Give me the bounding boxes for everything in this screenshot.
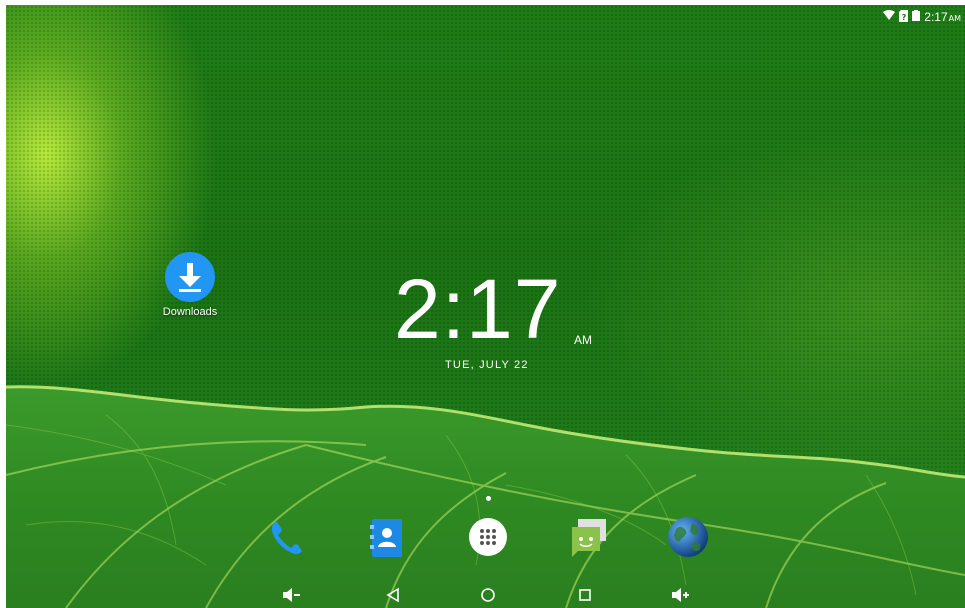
contacts-icon[interactable]: [364, 515, 408, 559]
sim-card-icon: ?: [899, 9, 909, 25]
back-icon[interactable]: [382, 584, 404, 606]
downloads-shortcut[interactable]: Downloads: [156, 251, 224, 318]
volume-down-icon[interactable]: [281, 584, 303, 606]
page-indicator: [486, 496, 491, 501]
clock-date: TUE, JULY 22: [445, 359, 529, 371]
app-drawer-icon[interactable]: [466, 515, 510, 559]
browser-globe-icon[interactable]: [666, 515, 710, 559]
volume-up-icon[interactable]: [670, 584, 692, 606]
status-bar: ? 2:17AM: [883, 8, 961, 26]
status-time-ampm: AM: [948, 14, 961, 23]
messaging-icon[interactable]: [566, 515, 610, 559]
clock-ampm: AM: [574, 333, 592, 347]
wifi-icon: [883, 10, 896, 24]
downloads-icon[interactable]: [164, 251, 216, 303]
clock-widget[interactable]: 2:17 AM TUE, JULY 22: [394, 262, 604, 371]
battery-icon: [912, 10, 921, 24]
downloads-label: Downloads: [162, 306, 218, 318]
clock-time: 2:17: [394, 262, 562, 356]
status-time: 2:17AM: [924, 10, 961, 24]
home-screen: ? 2:17AM 2:17 AM TUE, JULY 22 Downloads: [6, 5, 965, 608]
recents-icon[interactable]: [574, 584, 596, 606]
svg-text:?: ?: [902, 13, 907, 22]
navigation-bar: [6, 580, 965, 608]
home-icon[interactable]: [477, 584, 499, 606]
phone-icon[interactable]: [264, 515, 308, 559]
status-time-value: 2:17: [924, 10, 948, 24]
